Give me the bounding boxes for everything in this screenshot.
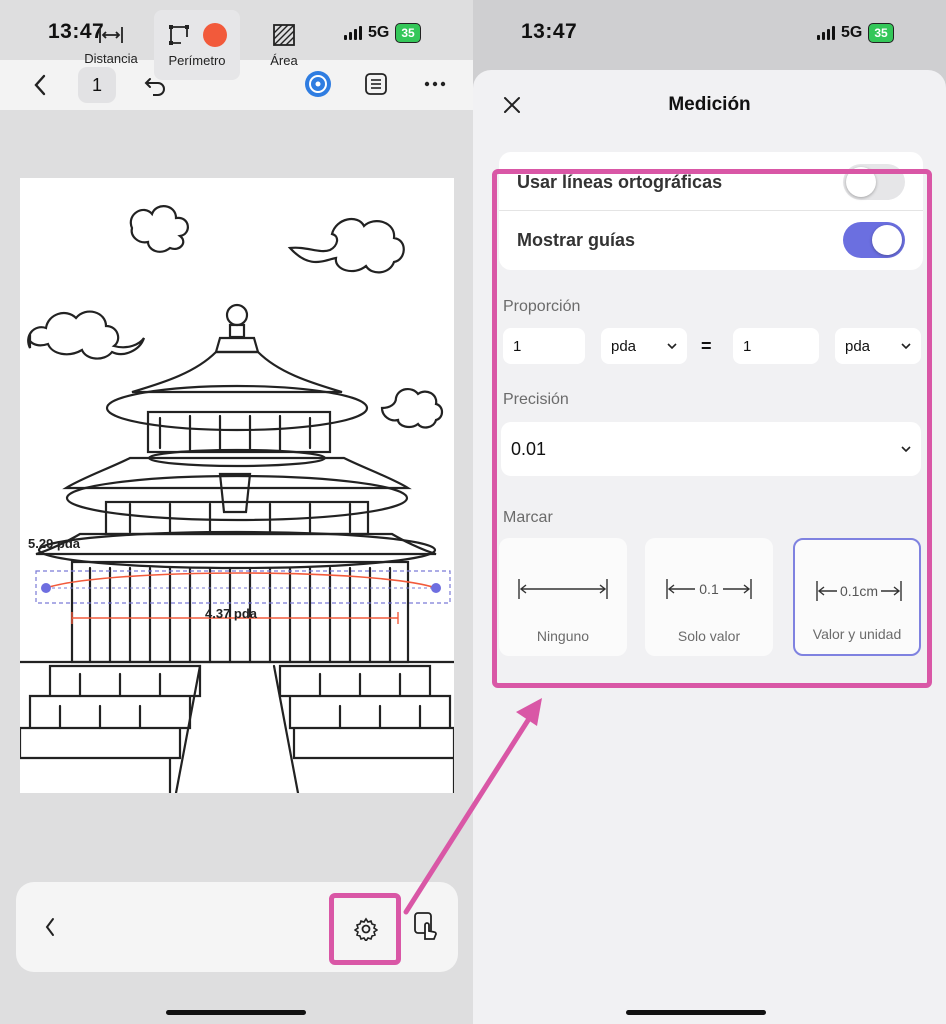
annotation-arrow — [403, 698, 542, 915]
